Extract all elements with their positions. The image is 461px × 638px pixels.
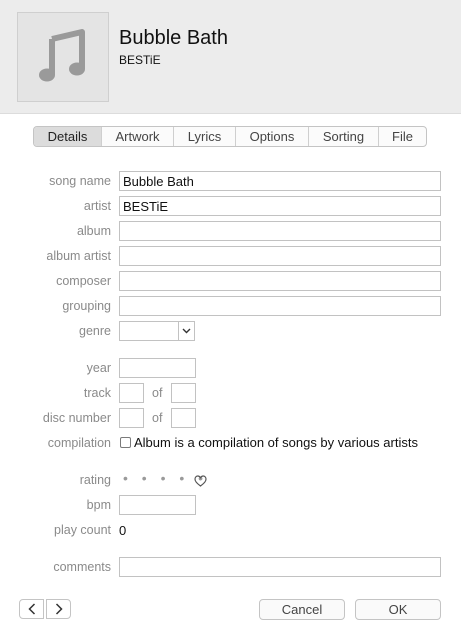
track-total-field[interactable]: [171, 383, 196, 403]
next-button[interactable]: [46, 599, 71, 619]
compilation-checkbox[interactable]: [120, 437, 131, 448]
year-field[interactable]: [119, 358, 196, 378]
year-label: year: [86, 361, 111, 375]
play-count-label: play count: [54, 523, 111, 537]
music-note-icon: [39, 29, 85, 82]
track-of-label: of: [152, 386, 163, 400]
compilation-label: compilation: [47, 436, 111, 450]
tab-file[interactable]: File: [379, 127, 426, 146]
disc-of-label: of: [152, 411, 163, 425]
album-field[interactable]: [119, 221, 441, 241]
tab-bar: Details Artwork Lyrics Options Sorting F…: [33, 126, 427, 147]
album-artist-label: album artist: [46, 249, 111, 263]
tab-lyrics[interactable]: Lyrics: [174, 127, 236, 146]
comments-label: comments: [53, 560, 111, 574]
tab-sorting[interactable]: Sorting: [309, 127, 379, 146]
previous-button[interactable]: [19, 599, 44, 619]
artwork-placeholder[interactable]: [17, 12, 109, 102]
heart-icon[interactable]: [194, 474, 207, 492]
chevron-right-icon: [55, 603, 63, 615]
song-artist: BESTiE: [119, 53, 161, 67]
artist-field[interactable]: BESTiE: [119, 196, 441, 216]
song-name-field[interactable]: Bubble Bath: [119, 171, 441, 191]
ok-button[interactable]: OK: [355, 599, 441, 620]
play-count-value: 0: [119, 523, 127, 538]
chevron-down-icon: [182, 328, 191, 334]
song-title: Bubble Bath: [119, 27, 228, 49]
track-field[interactable]: [119, 383, 144, 403]
cancel-button[interactable]: Cancel: [259, 599, 345, 620]
bpm-label: bpm: [86, 498, 111, 512]
tab-artwork[interactable]: Artwork: [102, 127, 174, 146]
chevron-left-icon: [27, 603, 35, 615]
artist-label: artist: [83, 199, 111, 213]
disc-total-field[interactable]: [171, 408, 196, 428]
tab-details[interactable]: Details: [34, 127, 102, 146]
grouping-label: grouping: [62, 299, 111, 313]
track-label: track: [83, 386, 111, 400]
genre-field[interactable]: [119, 321, 179, 341]
disc-field[interactable]: [119, 408, 144, 428]
song-name-label: song name: [49, 174, 111, 188]
tab-options[interactable]: Options: [236, 127, 309, 146]
grouping-field[interactable]: [119, 296, 441, 316]
composer-field[interactable]: [119, 271, 441, 291]
disc-number-label: disc number: [42, 411, 111, 425]
composer-label: composer: [56, 274, 111, 288]
album-label: album: [76, 224, 111, 238]
comments-field[interactable]: [119, 557, 441, 577]
compilation-checkbox-label[interactable]: Album is a compilation of songs by vario…: [134, 435, 418, 450]
rating-label: rating: [79, 473, 111, 487]
bpm-field[interactable]: [119, 495, 196, 515]
album-artist-field[interactable]: [119, 246, 441, 266]
genre-dropdown-button[interactable]: [178, 321, 195, 341]
header: Bubble Bath BESTiE: [0, 0, 461, 114]
genre-label: genre: [79, 324, 111, 338]
